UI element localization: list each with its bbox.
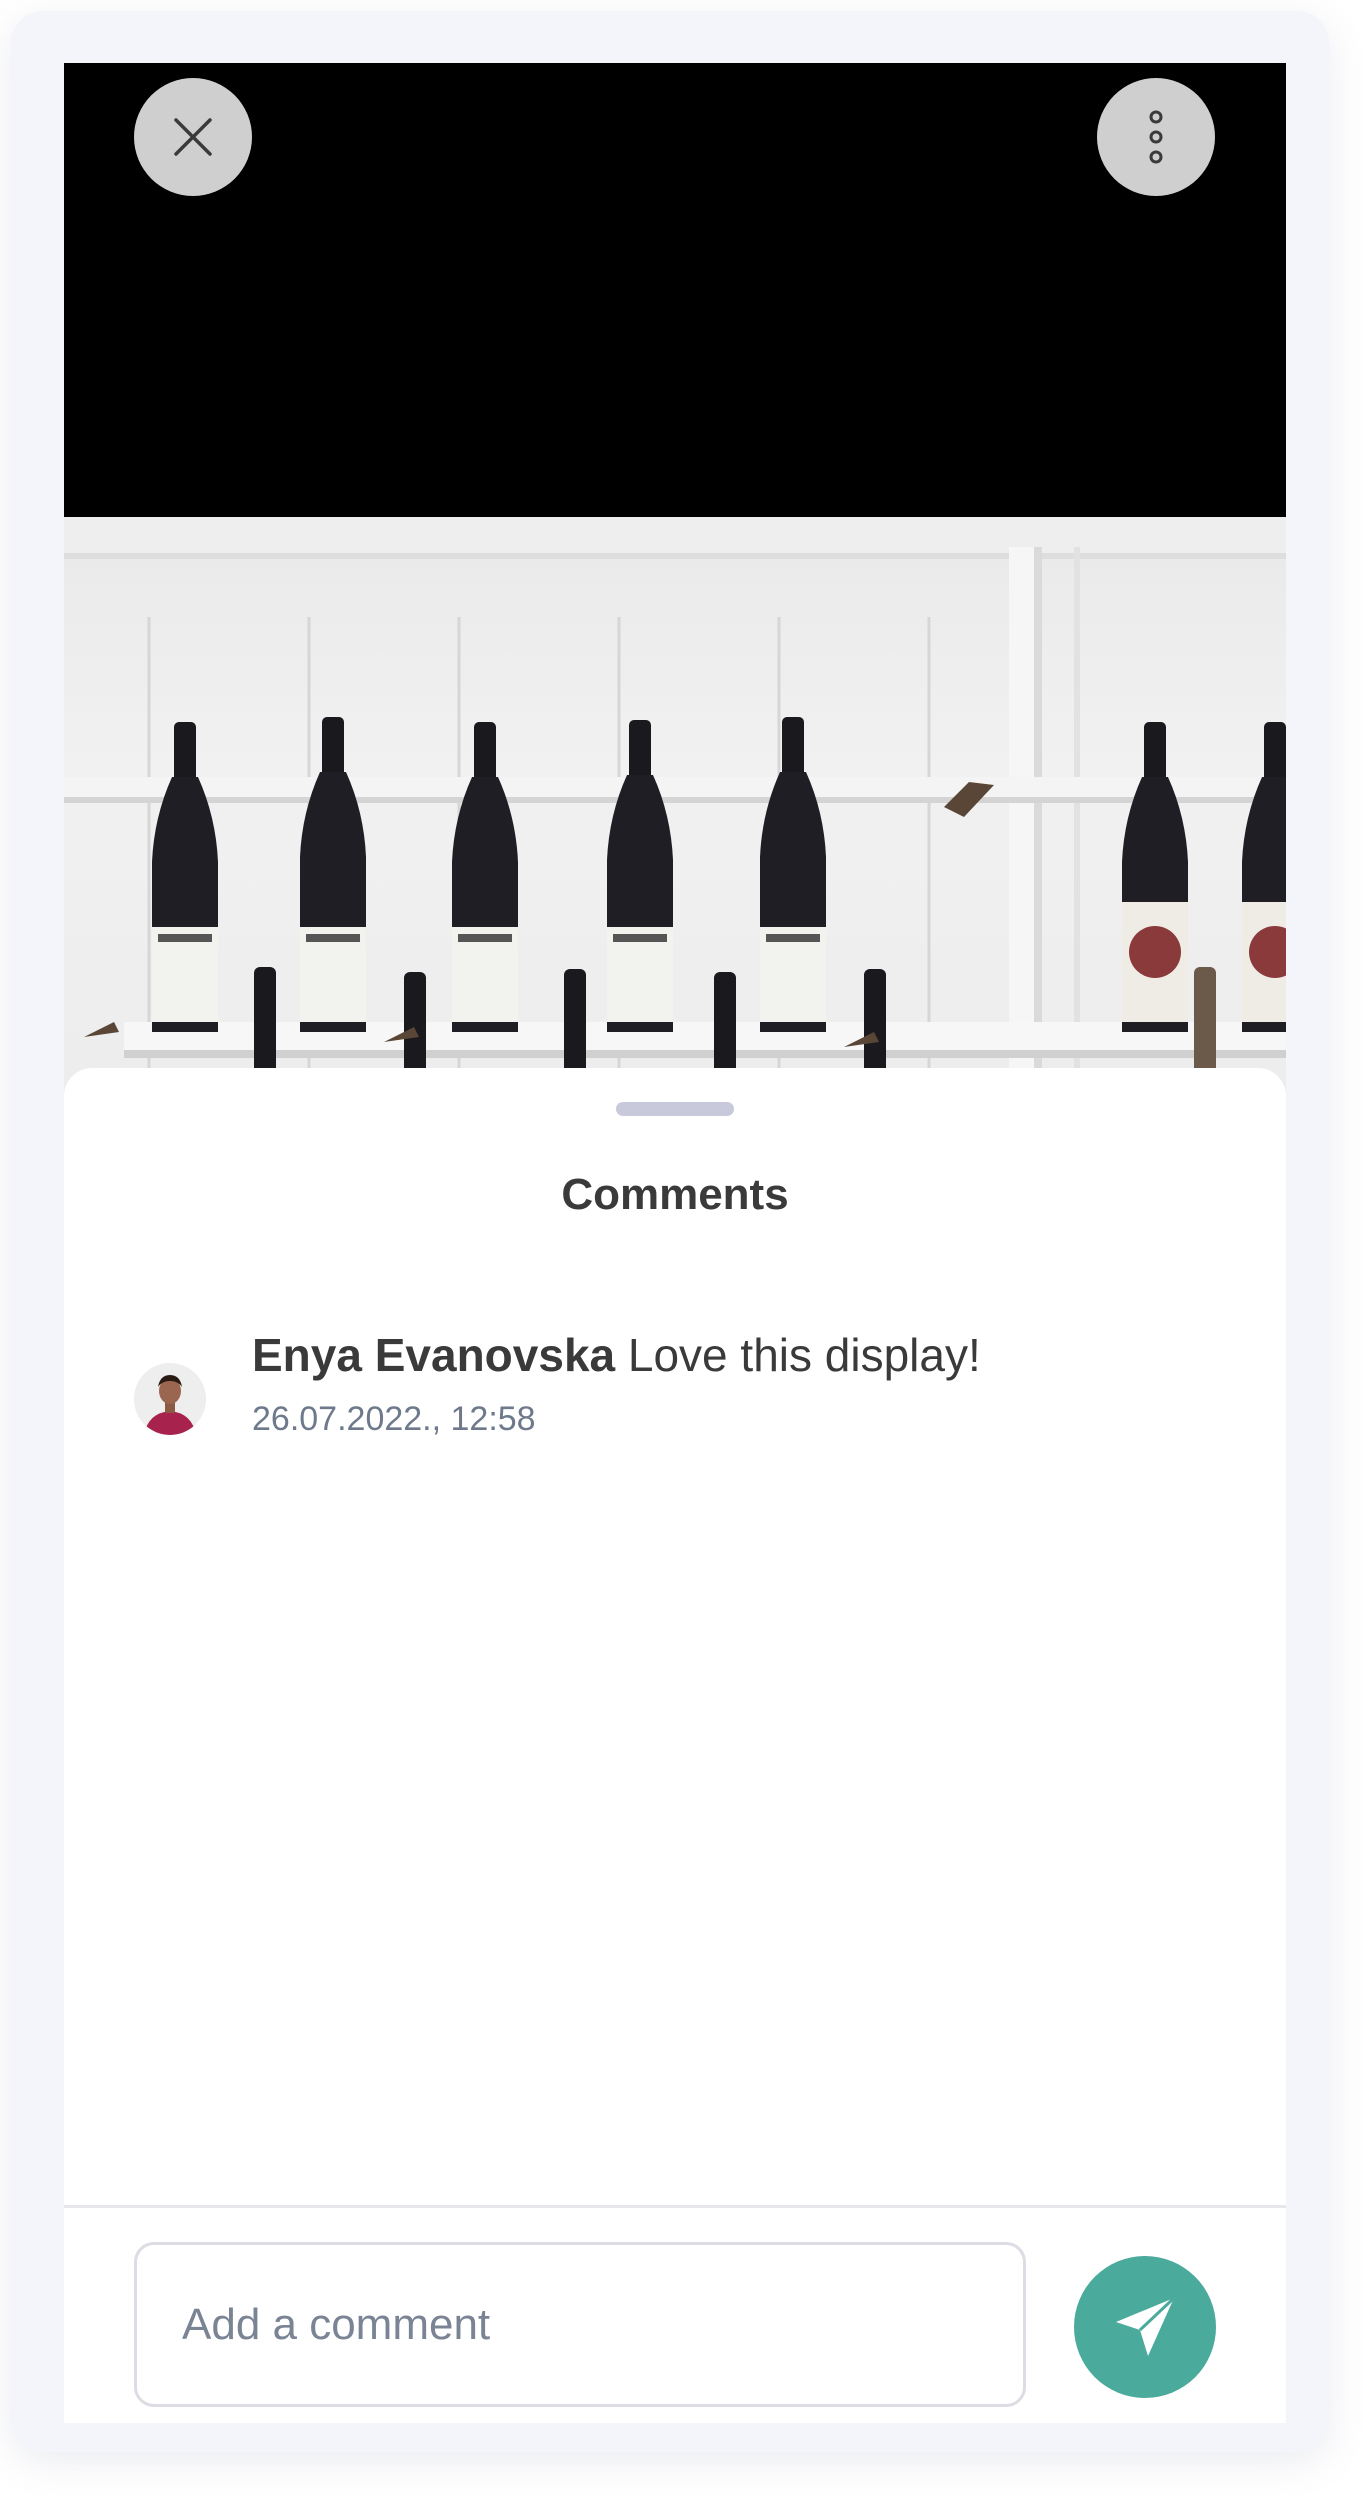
avatar-image xyxy=(134,1363,206,1435)
more-vertical-icon xyxy=(1149,110,1163,164)
comment-timestamp: 26.07.2022., 12:58 xyxy=(252,1400,536,1438)
sheet-title: Comments xyxy=(561,1170,789,1219)
close-icon xyxy=(174,118,212,156)
comment-text: Love this display! xyxy=(627,1329,981,1381)
comment-input[interactable] xyxy=(134,2242,1026,2407)
close-button[interactable] xyxy=(134,78,252,196)
comment-item: Enya Evanovska Love this display! 26.07.… xyxy=(134,1328,1214,1448)
wine-shelf-image xyxy=(64,517,1286,1137)
post-viewer: Comments Enya Evanovska Love this displa… xyxy=(64,63,1286,2423)
send-button[interactable] xyxy=(1074,2256,1216,2398)
comment-body: Enya Evanovska Love this display! xyxy=(252,1328,981,1382)
composer-divider xyxy=(64,2205,1286,2208)
comments-sheet: Comments Enya Evanovska Love this displa… xyxy=(64,1068,1286,2423)
sheet-grab-handle[interactable] xyxy=(616,1102,734,1116)
app-frame: Comments Enya Evanovska Love this displa… xyxy=(11,11,1329,2452)
send-icon xyxy=(1116,2296,1176,2356)
avatar[interactable] xyxy=(134,1363,206,1435)
post-photo xyxy=(64,517,1286,1137)
more-options-button[interactable] xyxy=(1097,78,1215,196)
comment-author[interactable]: Enya Evanovska xyxy=(252,1329,615,1381)
